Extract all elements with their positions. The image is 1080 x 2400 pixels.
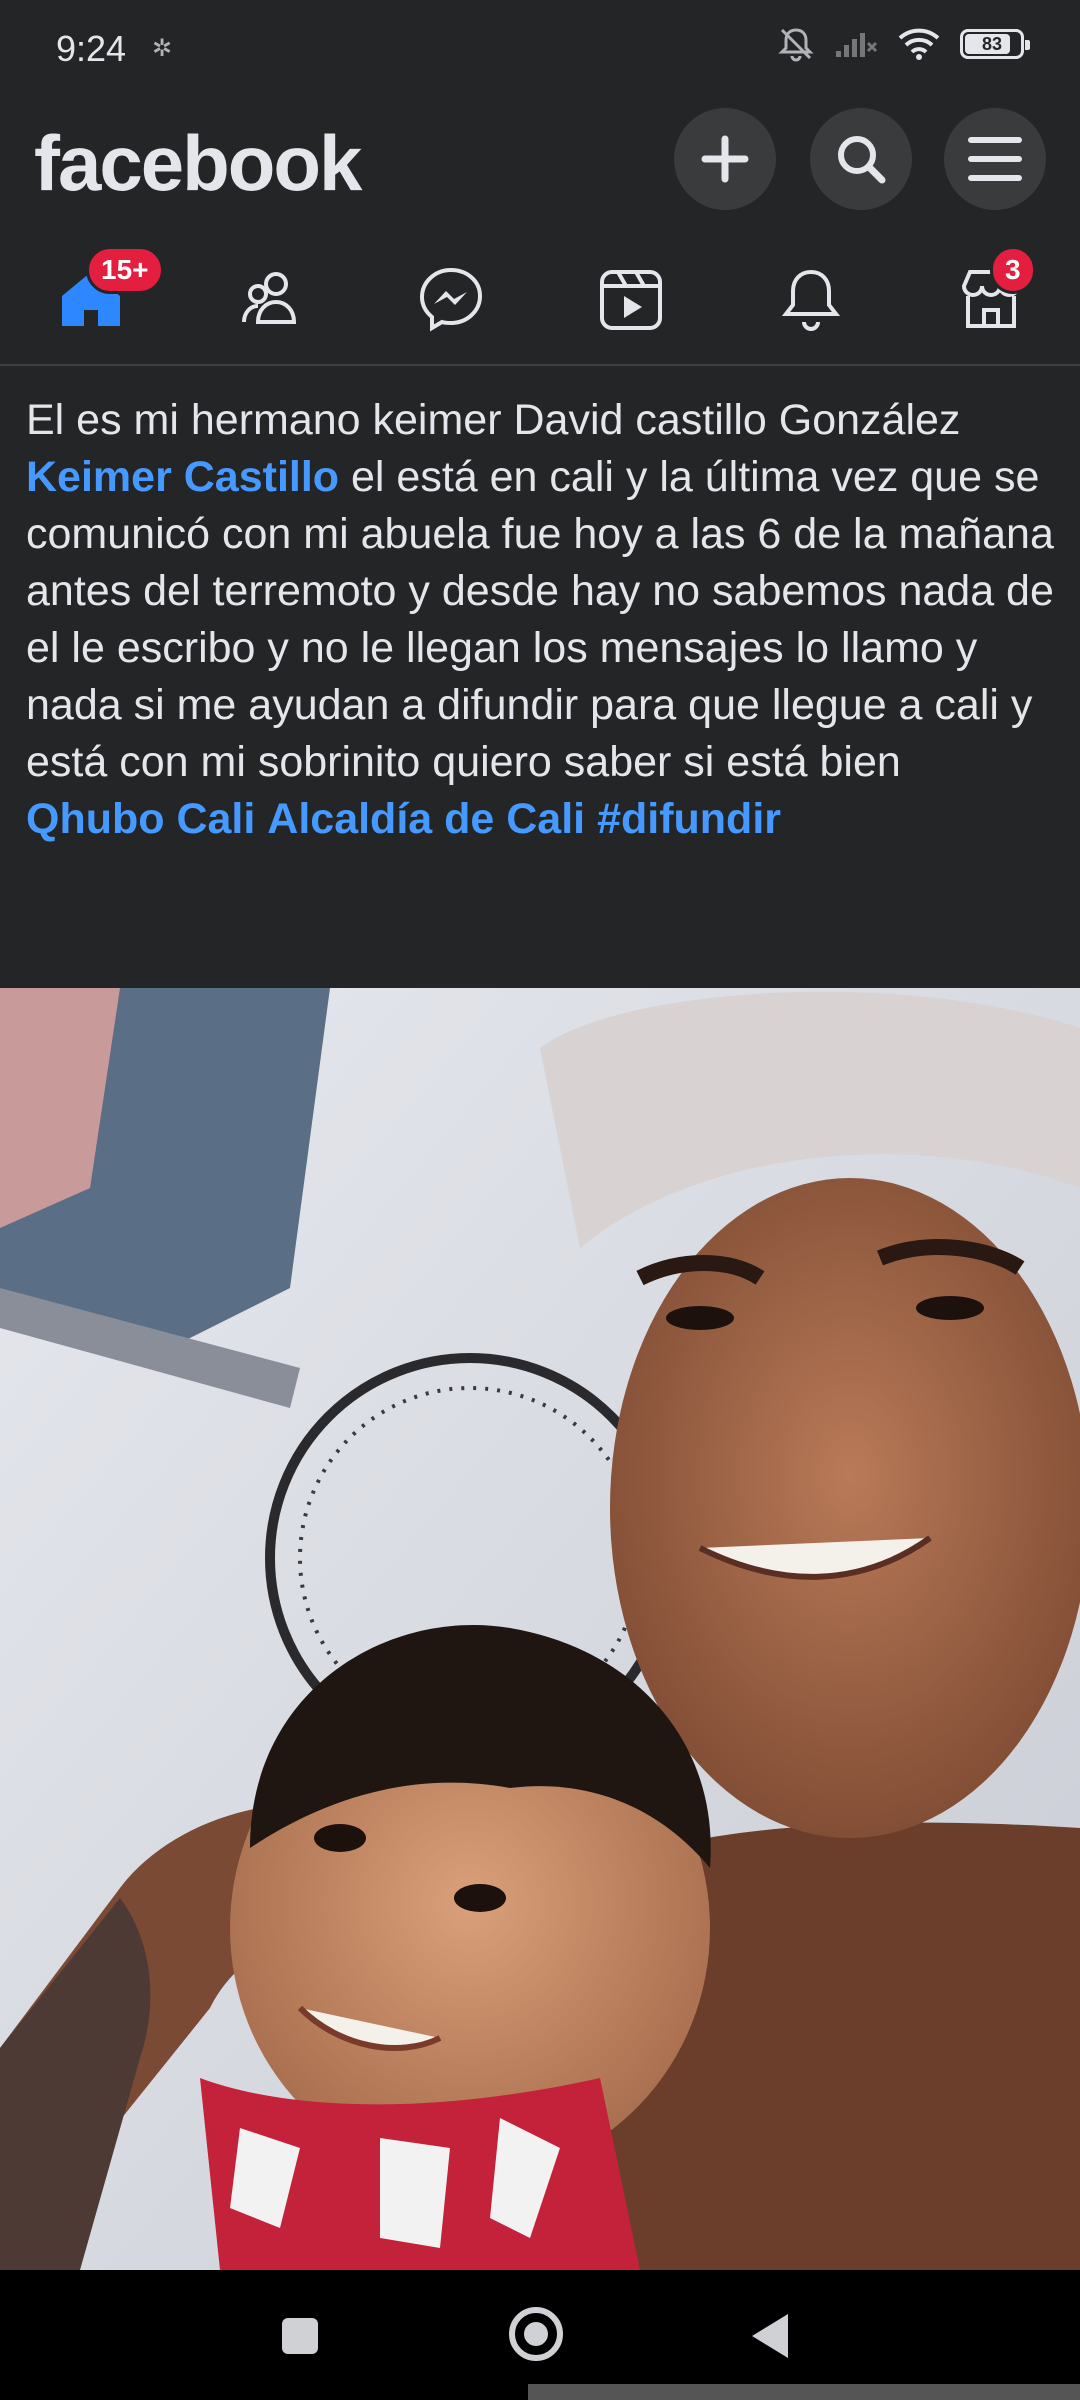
battery-level: 83 <box>981 33 1003 54</box>
home-circle-icon <box>509 2307 563 2361</box>
tag-link[interactable]: Qhubo Cali <box>26 795 255 843</box>
plus-icon <box>701 135 749 183</box>
back-button[interactable] <box>748 2310 792 2367</box>
bell-icon <box>781 269 841 331</box>
tab-notifications[interactable] <box>766 254 856 344</box>
menu-icon <box>968 137 1022 181</box>
search-icon <box>838 136 886 184</box>
tag-link[interactable]: Alcaldía de Cali <box>267 795 585 843</box>
post-line: El es mi hermano keimer David castillo G… <box>26 396 961 444</box>
tab-messenger[interactable] <box>406 254 496 344</box>
post-photo[interactable] <box>0 988 1080 2270</box>
app-header: facebook <box>0 108 1080 238</box>
menu-button[interactable] <box>944 108 1046 210</box>
status-time: 9:24 <box>56 28 127 69</box>
recent-apps-button[interactable] <box>278 2314 322 2363</box>
marketplace-badge: 3 <box>990 246 1036 294</box>
post-tags: Qhubo Cali Alcaldía de Cali #difundir <box>26 791 1060 848</box>
tab-friends[interactable] <box>226 254 316 344</box>
tab-marketplace[interactable]: 3 <box>946 246 1036 344</box>
tab-video[interactable] <box>586 254 676 344</box>
home-badge: 15+ <box>86 246 164 294</box>
gesture-bar[interactable] <box>528 2384 1080 2400</box>
square-icon <box>282 2318 318 2354</box>
facebook-logo[interactable]: facebook <box>34 118 362 209</box>
signal-icon <box>836 33 878 57</box>
post-text: El es mi hermano keimer David castillo G… <box>26 392 1060 848</box>
video-icon <box>600 270 662 330</box>
wifi-icon <box>898 28 940 60</box>
status-bar: 9:24 ✲ 83 <box>0 0 1080 108</box>
create-button[interactable] <box>674 108 776 210</box>
settings-icon: ✲ <box>152 35 173 62</box>
tab-bar: 15+ 3 <box>0 238 1080 366</box>
hashtag-link[interactable]: #difundir <box>597 795 781 843</box>
back-icon <box>752 2314 788 2358</box>
system-nav-bar <box>0 2270 1080 2400</box>
messenger-icon <box>419 267 483 332</box>
friends-icon <box>242 272 297 324</box>
post-body: el está en cali y la última vez que se c… <box>26 453 1054 786</box>
tab-home[interactable]: 15+ <box>46 246 164 344</box>
post-paragraph: Keimer Castillo el está en cali y la últ… <box>26 449 1060 791</box>
mute-icon <box>778 28 814 62</box>
photo-illustration <box>0 988 1080 2270</box>
status-icons: 83 <box>778 26 1030 62</box>
mention-link[interactable]: Keimer Castillo <box>26 453 339 501</box>
battery-icon: 83 <box>960 29 1030 59</box>
home-button[interactable] <box>506 2304 566 2369</box>
search-button[interactable] <box>810 108 912 210</box>
